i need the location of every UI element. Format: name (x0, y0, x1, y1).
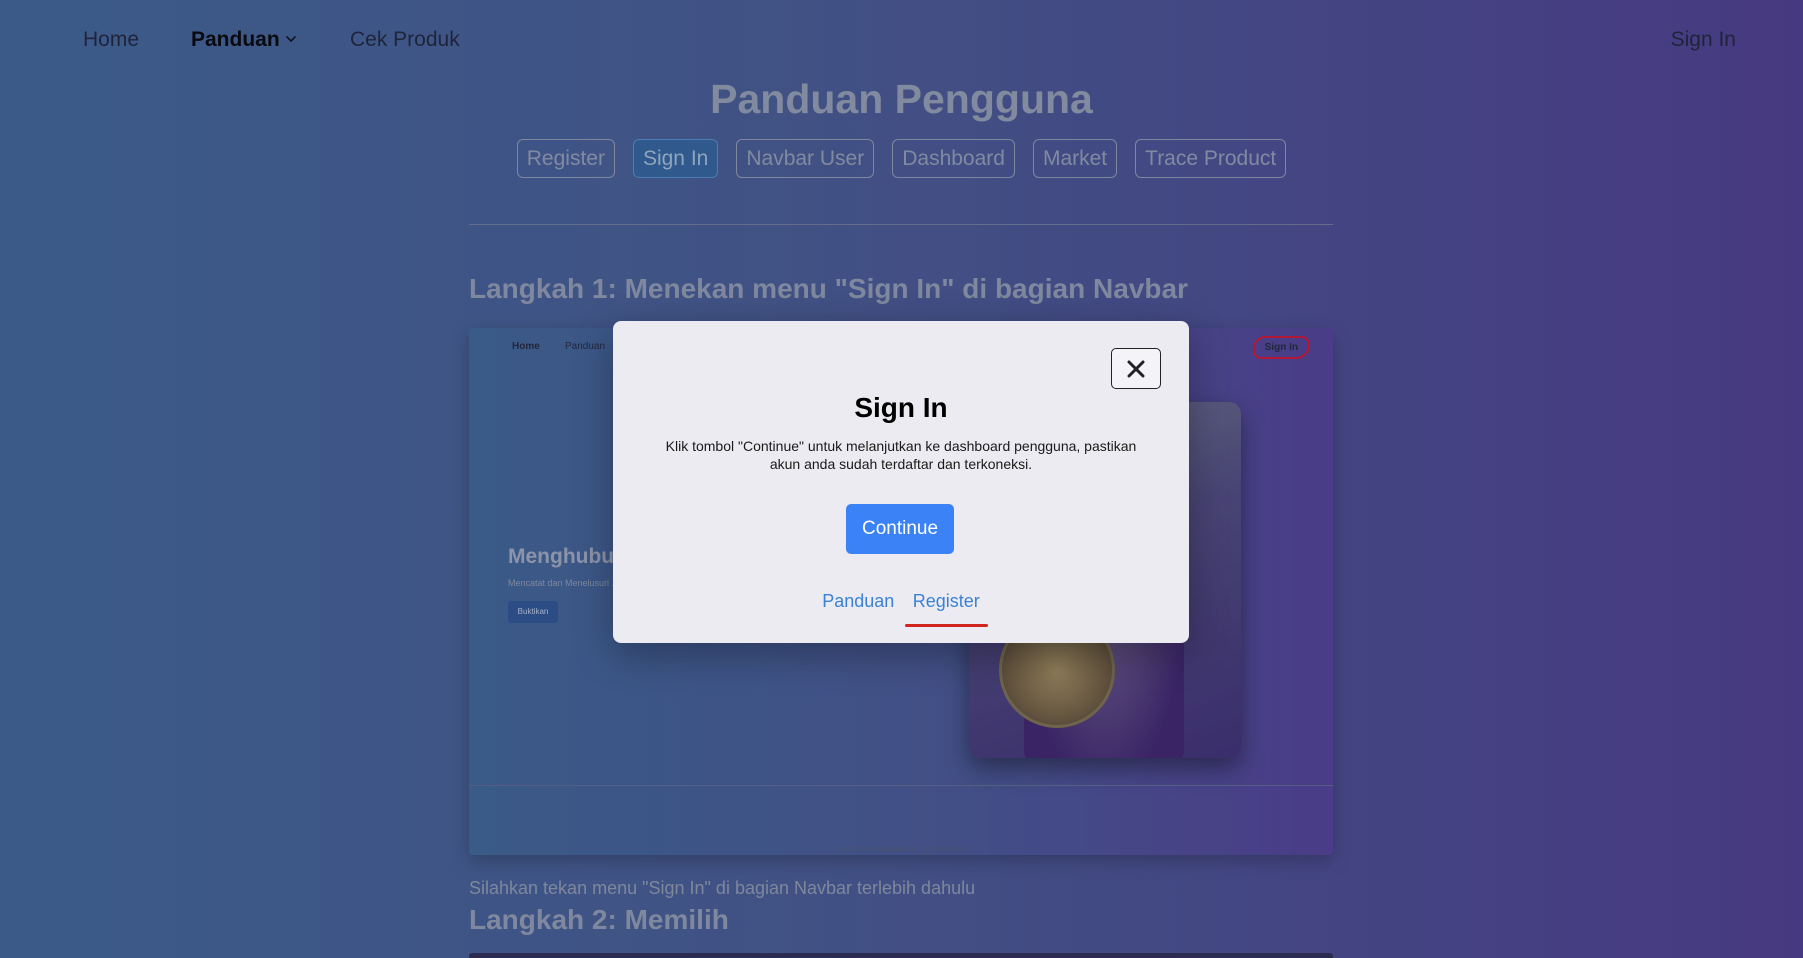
sign-in-modal: Sign In Klik tombol "Continue" untuk mel… (613, 321, 1189, 643)
register-highlight-underline (905, 624, 988, 627)
modal-title: Sign In (854, 392, 948, 423)
panduan-link[interactable]: Panduan (822, 591, 894, 612)
register-link[interactable]: Register (913, 591, 980, 612)
modal-links: Panduan Register (613, 591, 1189, 612)
modal-description: Klik tombol "Continue" untuk melanjutkan… (665, 438, 1137, 472)
close-button[interactable] (1111, 348, 1161, 389)
continue-button[interactable]: Continue (846, 504, 954, 554)
close-icon (1127, 360, 1145, 378)
